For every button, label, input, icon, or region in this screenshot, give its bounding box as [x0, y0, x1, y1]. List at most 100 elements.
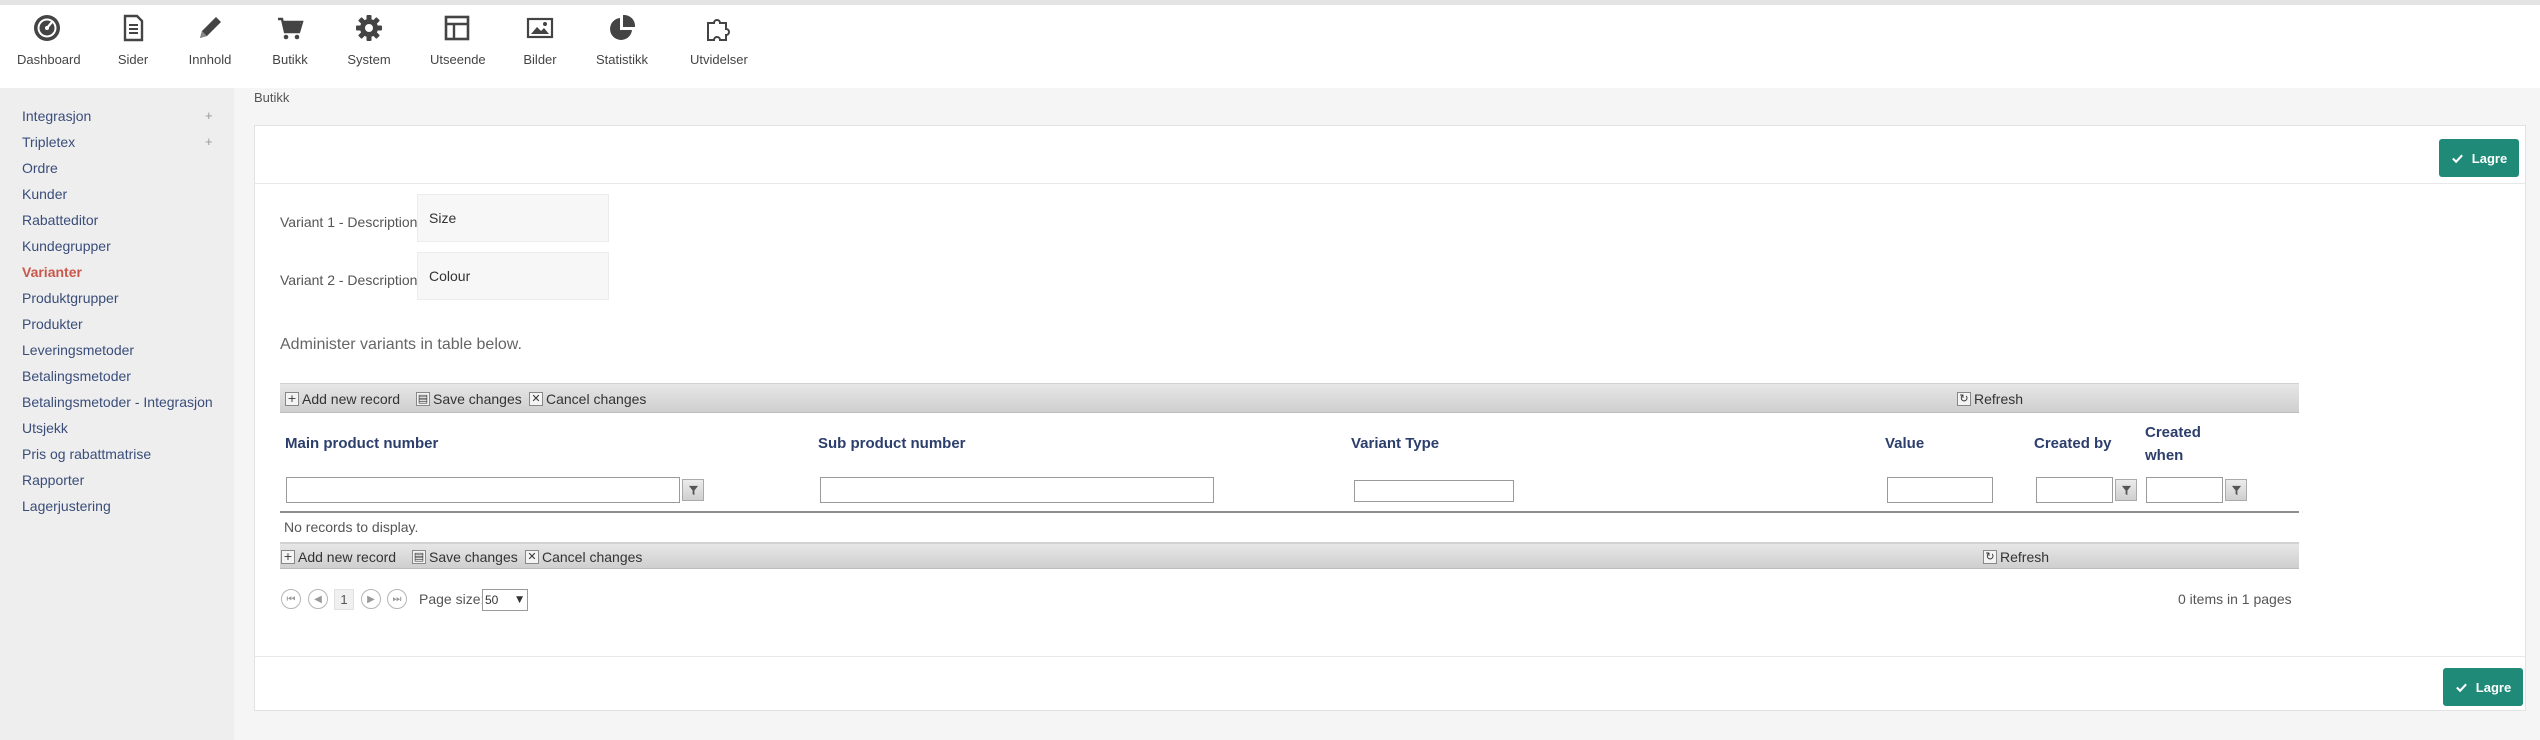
divider — [254, 183, 2526, 184]
filter-main-product-input[interactable] — [286, 477, 680, 503]
column-header-value[interactable]: Value — [1885, 432, 1924, 455]
save-icon: ▤ — [416, 392, 430, 406]
nav-label: Butikk — [272, 52, 308, 67]
next-page-icon[interactable]: ▶ — [361, 589, 381, 609]
page-size-select[interactable]: 50 ▼ — [482, 589, 528, 611]
variant1-input[interactable] — [417, 194, 609, 242]
sidebar-item-produktgrupper[interactable]: Produktgrupper — [22, 290, 119, 306]
expand-icon[interactable]: + — [205, 134, 213, 149]
column-header-sub-product[interactable]: Sub product number — [818, 432, 966, 455]
add-record-label: Add new record — [302, 391, 401, 407]
nav-system[interactable]: System — [347, 13, 391, 73]
sidebar-item-betalingsmetoder-integrasjon[interactable]: Betalingsmetoder - Integrasjon — [22, 394, 213, 410]
refresh-button[interactable]: ↻ Refresh — [1983, 549, 2049, 565]
dashboard-icon — [34, 15, 60, 41]
add-record-label: Add new record — [298, 549, 397, 565]
no-records-text: No records to display. — [284, 519, 419, 535]
filter-created-by-button[interactable] — [2115, 479, 2137, 501]
nav-sider[interactable]: Sider — [113, 13, 153, 73]
nav-label: Utseende — [430, 52, 486, 67]
nav-innhold[interactable]: Innhold — [188, 13, 232, 73]
filter-main-product-button[interactable] — [682, 479, 704, 501]
save-changes-button[interactable]: ▤ Save changes — [412, 549, 518, 565]
gear-icon — [356, 15, 382, 41]
filter-variant-type-input[interactable] — [1354, 480, 1514, 502]
column-header-created-when[interactable]: Created when — [2145, 421, 2201, 467]
sidebar-item-rapporter[interactable]: Rapporter — [22, 472, 84, 488]
plus-icon: + — [285, 392, 299, 406]
column-header-created-by[interactable]: Created by — [2034, 432, 2112, 455]
save-changes-button[interactable]: ▤ Save changes — [416, 391, 522, 407]
nav-dashboard[interactable]: Dashboard — [17, 13, 81, 73]
sidebar-item-betalingsmetoder[interactable]: Betalingsmetoder — [22, 368, 131, 384]
sidebar-item-utsjekk[interactable]: Utsjekk — [22, 420, 68, 436]
filter-sub-product-input[interactable] — [820, 477, 1214, 503]
previous-page-icon[interactable]: ◀ — [308, 589, 328, 609]
save-button-bottom[interactable]: Lagre — [2443, 668, 2523, 706]
refresh-icon: ↻ — [1957, 392, 1971, 406]
nav-label: Bilder — [523, 52, 557, 67]
layout-icon — [444, 15, 470, 41]
nav-butikk[interactable]: Butikk — [270, 13, 310, 73]
column-header-main-product[interactable]: Main product number — [285, 432, 438, 455]
breadcrumb[interactable]: Butikk — [254, 90, 289, 105]
sidebar-item-produkter[interactable]: Produkter — [22, 316, 83, 332]
sidebar-item-integrasjon[interactable]: Integrasjon — [22, 108, 91, 124]
sidebar-item-leveringsmetoder[interactable]: Leveringsmetoder — [22, 342, 134, 358]
sidebar-item-kundegrupper[interactable]: Kundegrupper — [22, 238, 111, 254]
check-icon — [2455, 683, 2467, 692]
nav-utseende[interactable]: Utseende — [430, 13, 486, 73]
nav-statistikk[interactable]: Statistikk — [596, 13, 648, 73]
add-record-button[interactable]: + Add new record — [281, 549, 396, 565]
sidebar-item-tripletex[interactable]: Tripletex — [22, 134, 75, 150]
sidebar-item-rabatteditor[interactable]: Rabatteditor — [22, 212, 98, 228]
save-changes-label: Save changes — [433, 391, 522, 407]
save-icon: ▤ — [412, 550, 426, 564]
refresh-button[interactable]: ↻ Refresh — [1957, 391, 2023, 407]
cancel-changes-label: Cancel changes — [542, 549, 643, 565]
nav-label: System — [347, 52, 391, 67]
puzzle-icon — [707, 19, 730, 41]
column-header-variant-type[interactable]: Variant Type — [1351, 432, 1439, 455]
filter-value-input[interactable] — [1887, 477, 1993, 503]
pie-chart-icon — [610, 14, 636, 40]
nav-label: Statistikk — [596, 52, 649, 67]
nav-bilder[interactable]: Bilder — [521, 13, 559, 73]
first-page-icon[interactable]: ⏮ — [281, 589, 301, 609]
filter-icon — [2231, 485, 2241, 495]
sidebar-item-varianter[interactable]: Varianter — [22, 264, 82, 280]
save-label: Lagre — [2471, 150, 2508, 166]
sidebar-item-kunder[interactable]: Kunder — [22, 186, 67, 202]
check-icon — [2451, 154, 2463, 163]
sidebar-item-ordre[interactable]: Ordre — [22, 160, 58, 176]
filter-icon — [2121, 485, 2131, 495]
variant2-input[interactable] — [417, 252, 609, 300]
cancel-changes-button[interactable]: ✕ Cancel changes — [525, 549, 642, 565]
page-number[interactable]: 1 — [334, 589, 354, 610]
nav-label: Innhold — [188, 52, 232, 67]
top-navigation: Dashboard Sider Innhold Butikk System Ut… — [0, 5, 2540, 100]
refresh-label: Refresh — [2000, 549, 2050, 565]
last-page-icon[interactable]: ⏭ — [387, 589, 407, 609]
cancel-changes-button[interactable]: ✕ Cancel changes — [529, 391, 646, 407]
add-record-button[interactable]: + Add new record — [285, 391, 400, 407]
image-icon — [526, 17, 554, 39]
filter-created-when-input[interactable] — [2146, 477, 2223, 503]
document-icon — [123, 14, 144, 42]
header-divider — [280, 511, 2299, 513]
column-header-created-when-line2: when — [2145, 447, 2184, 464]
filter-created-by-input[interactable] — [2036, 477, 2113, 503]
grid-toolbar-top: + Add new record ▤ Save changes ✕ Cancel… — [280, 383, 2299, 413]
save-changes-label: Save changes — [429, 549, 518, 565]
page-size-label: Page size: — [419, 591, 485, 607]
filter-created-when-button[interactable] — [2225, 479, 2247, 501]
sidebar-item-pris-og-rabattmatrise[interactable]: Pris og rabattmatrise — [22, 446, 151, 462]
sidebar-item-lagerjustering[interactable]: Lagerjustering — [22, 498, 111, 514]
save-button-top[interactable]: Lagre — [2439, 139, 2519, 177]
expand-icon[interactable]: + — [205, 108, 213, 123]
refresh-icon: ↻ — [1983, 550, 1997, 564]
nav-utvidelser[interactable]: Utvidelser — [690, 13, 748, 73]
cart-icon — [278, 17, 304, 40]
pencil-icon — [200, 17, 221, 38]
nav-label: Sider — [117, 52, 149, 67]
